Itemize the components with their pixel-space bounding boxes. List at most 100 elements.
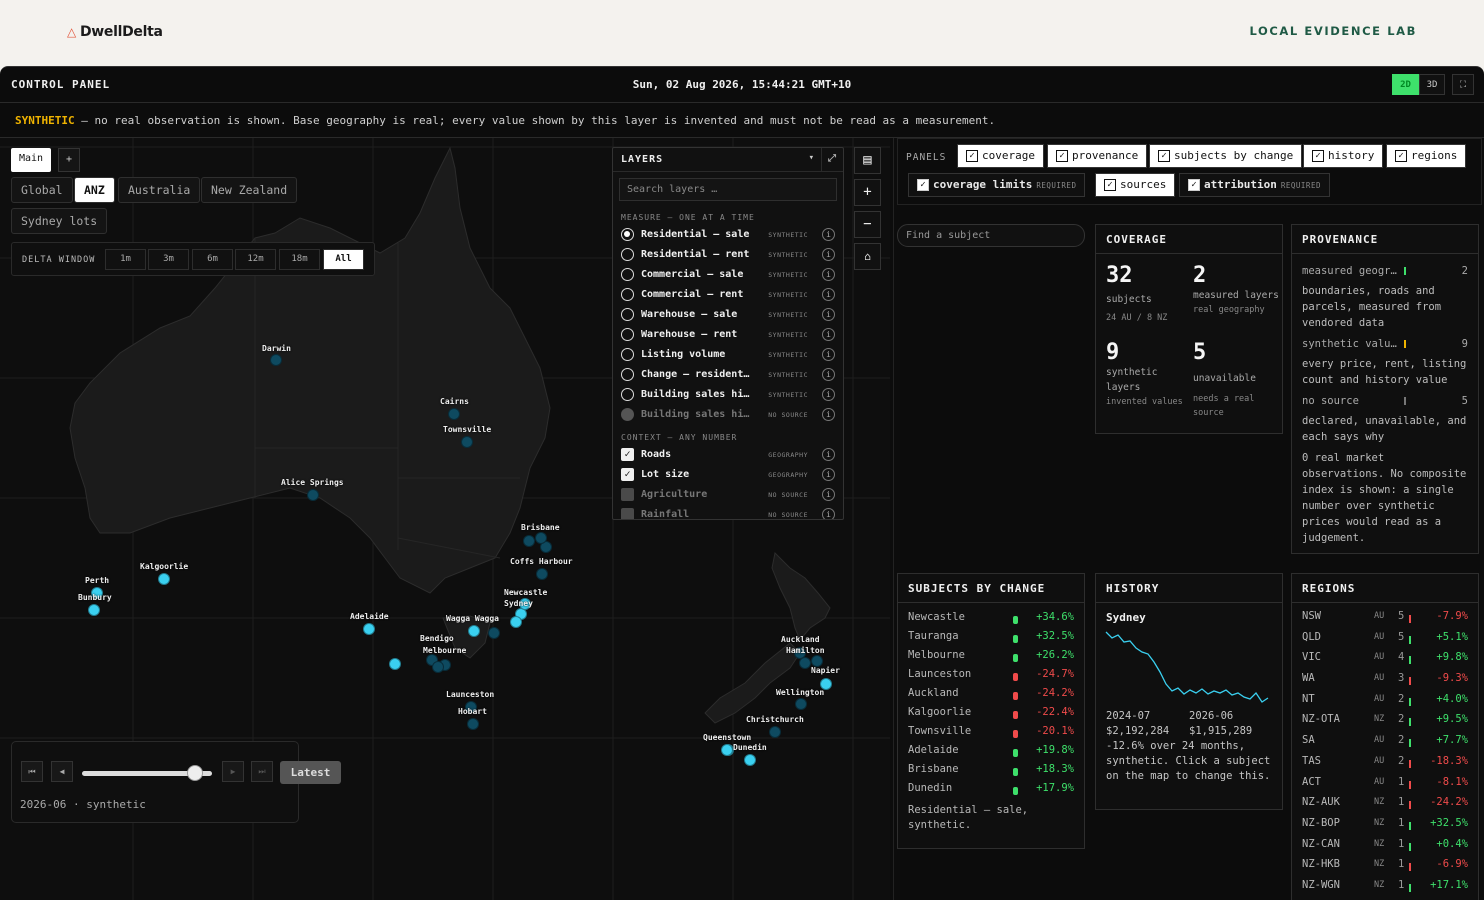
region-row[interactable]: NZ-OTA NZ 2 +9.5% (1292, 713, 1478, 734)
city-marker[interactable] (468, 625, 480, 637)
chip-subjects-by-change[interactable]: ✓ subjects by change (1149, 144, 1303, 168)
first-frame-icon[interactable]: ⏮ (21, 761, 43, 782)
checkbox-icon[interactable]: ✓ (621, 468, 634, 481)
layer-row[interactable]: Warehouse — sale SYNTHETIC i (613, 305, 843, 325)
chip-attribution[interactable]: ✓ attribution REQUIRED (1179, 173, 1330, 197)
home-icon[interactable]: ⌂ (854, 243, 881, 270)
city-marker[interactable] (535, 532, 547, 544)
layers-toggle-icon[interactable]: ▤ (854, 147, 881, 174)
chip-regions[interactable]: ✓ regions (1386, 144, 1467, 168)
map-canvas[interactable]: Main + ANZ Global Australia New Zealand … (0, 138, 890, 900)
delta-6m[interactable]: 6m (192, 249, 233, 270)
info-icon[interactable]: i (822, 288, 835, 301)
radio-icon[interactable] (621, 368, 634, 381)
city-marker[interactable] (461, 436, 473, 448)
subject-row[interactable]: Brisbane +18.3% (898, 763, 1084, 782)
info-icon[interactable]: i (822, 328, 835, 341)
chip-coverage-limits[interactable]: ✓ coverage limits REQUIRED (908, 173, 1086, 197)
delta-3m[interactable]: 3m (148, 249, 189, 270)
radio-icon[interactable] (621, 308, 634, 321)
info-icon[interactable]: i (822, 508, 835, 519)
radio-icon[interactable] (621, 408, 634, 421)
next-frame-icon[interactable]: ▶ (222, 761, 244, 782)
subject-row[interactable]: Auckland -24.2% (898, 687, 1084, 706)
fullscreen-icon[interactable]: ⛶ (1452, 74, 1474, 95)
subject-row[interactable]: Adelaide +19.8% (898, 744, 1084, 763)
chip-history[interactable]: ✓ history (1303, 144, 1384, 168)
zoom-in-button[interactable]: + (854, 179, 881, 206)
city-marker[interactable] (448, 408, 460, 420)
layer-row[interactable]: Building sales history SYNTHETIC i (613, 385, 843, 405)
info-icon[interactable]: i (822, 348, 835, 361)
chip-sources[interactable]: ✓ sources (1095, 173, 1176, 197)
zoom-out-button[interactable]: − (854, 211, 881, 238)
layer-row[interactable]: ✓ Roads GEOGRAPHY i (613, 445, 843, 465)
city-marker[interactable] (744, 754, 756, 766)
subject-row[interactable]: Tauranga +32.5% (898, 630, 1084, 649)
radio-icon[interactable] (621, 388, 634, 401)
info-icon[interactable]: i (822, 248, 835, 261)
radio-icon[interactable] (621, 328, 634, 341)
info-icon[interactable]: i (822, 408, 835, 421)
delta-18m[interactable]: 18m (279, 249, 320, 270)
city-marker[interactable] (389, 658, 401, 670)
delta-all[interactable]: All (323, 249, 364, 270)
layer-row[interactable]: Agriculture NO SOURCE i (613, 485, 843, 505)
layer-row[interactable]: Listing volume SYNTHETIC i (613, 345, 843, 365)
info-icon[interactable]: i (822, 228, 835, 241)
checkbox-icon[interactable]: ✓ (621, 448, 634, 461)
region-row[interactable]: QLD AU 5 +5.1% (1292, 631, 1478, 652)
delta-1m[interactable]: 1m (105, 249, 146, 270)
city-marker[interactable] (488, 627, 500, 639)
info-icon[interactable]: i (822, 368, 835, 381)
add-tab-button[interactable]: + (58, 148, 80, 172)
layers-search-input[interactable]: Search layers … (619, 178, 837, 201)
info-icon[interactable]: i (822, 448, 835, 461)
city-marker[interactable] (523, 535, 535, 547)
subject-row[interactable]: Melbourne +26.2% (898, 649, 1084, 668)
region-new-zealand[interactable]: New Zealand (201, 177, 298, 203)
region-anz[interactable]: ANZ (74, 177, 115, 203)
brand-logo[interactable]: △ DwellDelta (67, 24, 163, 40)
subject-row[interactable]: Newcastle +34.6% (898, 611, 1084, 630)
city-marker[interactable] (769, 726, 781, 738)
checkbox-icon[interactable] (621, 488, 634, 501)
city-marker[interactable] (270, 354, 282, 366)
layer-row[interactable]: Residential — rent SYNTHETIC i (613, 245, 843, 265)
delta-12m[interactable]: 12m (235, 249, 276, 270)
region-row[interactable]: NZ-AUK NZ 1 -24.2% (1292, 796, 1478, 817)
layer-row[interactable]: Rainfall NO SOURCE i (613, 505, 843, 519)
city-marker[interactable] (432, 661, 444, 673)
info-icon[interactable]: i (822, 268, 835, 281)
subject-row[interactable]: Dunedin +17.9% (898, 782, 1084, 801)
view-3d-button[interactable]: 3D (1419, 74, 1445, 95)
chip-coverage[interactable]: ✓ coverage (957, 144, 1044, 168)
city-marker[interactable] (307, 489, 319, 501)
collapse-chevron-icon[interactable]: ▾ (809, 153, 815, 163)
region-row[interactable]: NZ-HKB NZ 1 -6.9% (1292, 858, 1478, 879)
radio-icon[interactable] (621, 348, 634, 361)
last-frame-icon[interactable]: ⏭ (251, 761, 273, 782)
info-icon[interactable]: i (822, 468, 835, 481)
radio-icon[interactable] (621, 228, 634, 241)
region-row[interactable]: NZ-CAN NZ 1 +0.4% (1292, 838, 1478, 859)
city-marker[interactable] (88, 604, 100, 616)
radio-icon[interactable] (621, 288, 634, 301)
layer-row[interactable]: Commercial — rent SYNTHETIC i (613, 285, 843, 305)
chip-provenance[interactable]: ✓ provenance (1047, 144, 1148, 168)
subject-row[interactable]: Kalgoorlie -22.4% (898, 706, 1084, 725)
city-marker[interactable] (158, 573, 170, 585)
radio-icon[interactable] (621, 268, 634, 281)
region-row[interactable]: TAS AU 2 -18.3% (1292, 755, 1478, 776)
tab-main[interactable]: Main (11, 148, 52, 172)
region-row[interactable]: NSW AU 5 -7.9% (1292, 610, 1478, 631)
layer-row[interactable]: ✓ Lot size GEOGRAPHY i (613, 465, 843, 485)
layer-row[interactable]: Warehouse — rent SYNTHETIC i (613, 325, 843, 345)
region-row[interactable]: WA AU 3 -9.3% (1292, 672, 1478, 693)
city-marker[interactable] (363, 623, 375, 635)
expand-icon[interactable]: ⤢ (821, 148, 843, 171)
info-icon[interactable]: i (822, 308, 835, 321)
region-row[interactable]: VIC AU 4 +9.8% (1292, 651, 1478, 672)
find-subject-input[interactable]: Find a subject (897, 224, 1085, 247)
layer-row[interactable]: Residential — sale SYNTHETIC i (613, 225, 843, 245)
